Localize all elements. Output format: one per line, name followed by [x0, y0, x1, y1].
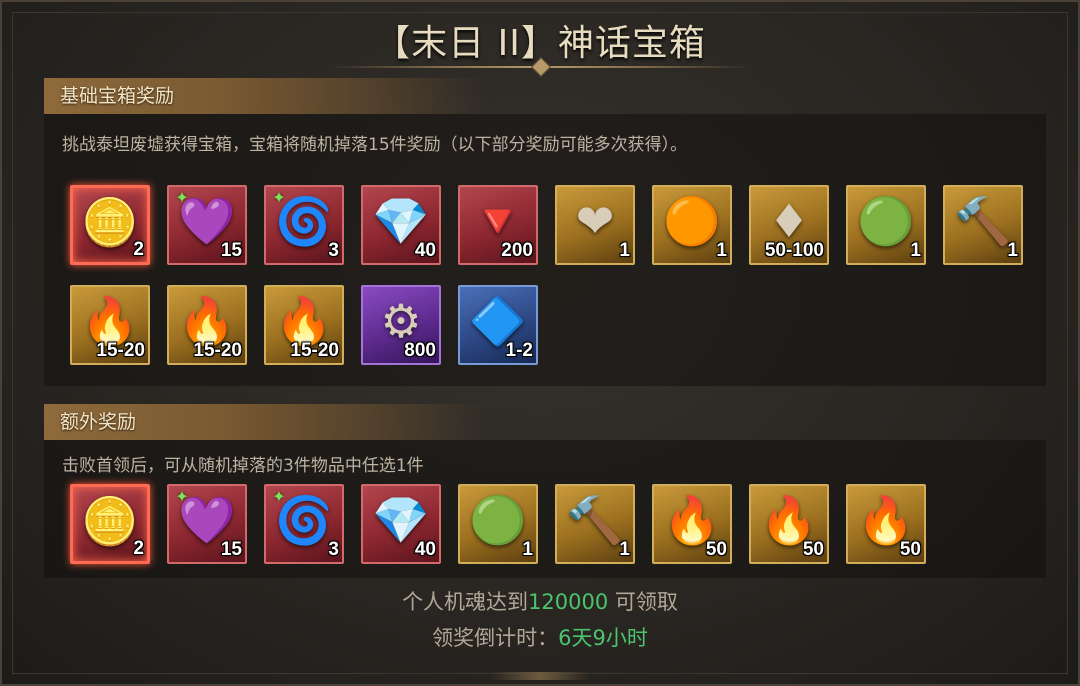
bonus-badge-icon: ✦ — [175, 188, 189, 207]
reward-count: 200 — [501, 240, 533, 261]
extra-rewards-header: 额外奖励 — [44, 404, 484, 440]
reward-item[interactable]: 🪙 2 — [70, 484, 150, 564]
reward-item[interactable]: 💜 ✦ 15 — [167, 185, 247, 265]
reward-count: 1 — [1007, 240, 1018, 261]
reward-count: 1 — [910, 240, 921, 261]
reward-item[interactable]: 💎 40 — [361, 484, 441, 564]
reward-item[interactable]: 💎 40 — [361, 185, 441, 265]
reward-item[interactable]: 🌀 ✦ 3 — [264, 484, 344, 564]
reward-item[interactable]: 🌀 ✦ 3 — [264, 185, 344, 265]
reward-item[interactable]: 🔥 50 — [652, 484, 732, 564]
reward-count: 15-20 — [290, 340, 339, 361]
reward-count: 50 — [802, 539, 824, 560]
claim-requirement: 个人机魂达到120000 可领取 — [0, 586, 1080, 616]
reward-count: 15 — [220, 539, 242, 560]
reward-count: 1 — [619, 240, 630, 261]
reward-count: 15-20 — [193, 340, 242, 361]
reward-count: 40 — [414, 240, 436, 261]
basic-rewards-header: 基础宝箱奖励 — [44, 78, 484, 114]
reward-count: 3 — [328, 240, 339, 261]
requirement-suffix: 可领取 — [608, 590, 678, 614]
claim-countdown: 领奖倒计时：6天9小时 — [0, 622, 1080, 652]
reward-item[interactable]: 🔥 15-20 — [70, 285, 150, 365]
reward-item[interactable]: ♦ 50-100 — [749, 185, 829, 265]
bottom-ornament-icon — [490, 672, 590, 680]
reward-item[interactable]: 🔨 1 — [943, 185, 1023, 265]
reward-count: 15-20 — [96, 340, 145, 361]
reward-item[interactable]: 🔻 200 — [458, 185, 538, 265]
countdown-label: 领奖倒计时： — [432, 626, 559, 650]
reward-item[interactable]: 🔥 15-20 — [264, 285, 344, 365]
reward-count: 2 — [133, 239, 144, 260]
reward-count: 50 — [899, 539, 921, 560]
reward-item[interactable]: 🔥 15-20 — [167, 285, 247, 365]
basic-rewards-description: 挑战泰坦废墟获得宝箱，宝箱将随机掉落15件奖励（以下部分奖励可能多次获得）。 — [62, 135, 688, 155]
reward-item[interactable]: 🪙 2 — [70, 185, 150, 265]
reward-item[interactable]: 🟢 1 — [458, 484, 538, 564]
reward-count: 2 — [133, 538, 144, 559]
bonus-badge-icon: ✦ — [272, 188, 286, 207]
reward-item[interactable]: ⚙ 800 — [361, 285, 441, 365]
reward-item[interactable]: 🟢 1 — [846, 185, 926, 265]
reward-item[interactable]: 🔥 50 — [749, 484, 829, 564]
reward-item[interactable]: 🟠 1 — [652, 185, 732, 265]
reward-count: 3 — [328, 539, 339, 560]
requirement-value: 120000 — [528, 590, 609, 614]
reward-item[interactable]: 🔷 1-2 — [458, 285, 538, 365]
bonus-badge-icon: ✦ — [272, 487, 286, 506]
reward-item[interactable]: ❤ 1 — [555, 185, 635, 265]
reward-count: 1-2 — [505, 340, 533, 361]
countdown-value: 6天9小时 — [558, 626, 648, 650]
reward-item[interactable]: 🔥 50 — [846, 484, 926, 564]
reward-count: 1 — [716, 240, 727, 261]
reward-count: 50-100 — [764, 240, 824, 261]
reward-count: 15 — [220, 240, 242, 261]
reward-count: 1 — [522, 539, 533, 560]
reward-count: 800 — [404, 340, 436, 361]
reward-count: 1 — [619, 539, 630, 560]
reward-item[interactable]: 💜 ✦ 15 — [167, 484, 247, 564]
reward-item[interactable]: 🔨 1 — [555, 484, 635, 564]
bonus-badge-icon: ✦ — [175, 487, 189, 506]
requirement-prefix: 个人机魂达到 — [402, 590, 529, 614]
reward-count: 50 — [705, 539, 727, 560]
extra-rewards-description: 击败首领后，可从随机掉落的3件物品中任选1件 — [62, 456, 424, 476]
reward-count: 40 — [414, 539, 436, 560]
